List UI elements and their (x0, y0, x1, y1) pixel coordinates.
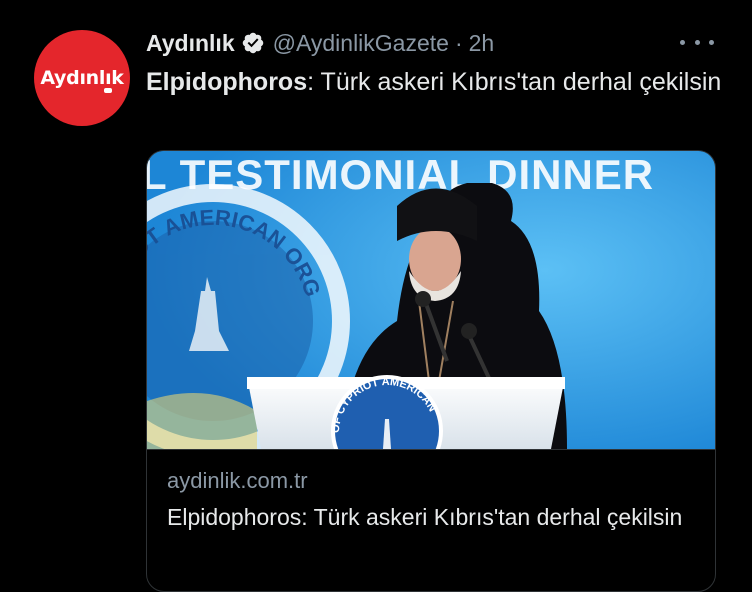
author-name[interactable]: Aydınlık (146, 30, 235, 57)
tweet-text-bold: Elpidophoros (146, 68, 308, 96)
more-dot (709, 39, 714, 45)
avatar-logo-text: Aydınlık (40, 67, 124, 89)
more-dot (680, 39, 685, 45)
author-handle[interactable]: @AydinlikGazete (273, 30, 449, 57)
card-image[interactable]: L TESTIMONIAL DINNER CYPRIOT AMERICAN OR… (147, 151, 715, 449)
tweet-header: Aydınlık @AydinlikGazete · 2h (146, 28, 494, 58)
avatar[interactable]: Aydınlık (34, 30, 130, 126)
podium: OF CYPRIOT AMERICAN (247, 375, 565, 449)
header-separator: · (454, 29, 463, 56)
more-options-icon[interactable] (680, 30, 714, 54)
tweet-text-rest: : Türk askeri Kıbrıs'tan derhal çekilsin (307, 68, 722, 96)
verified-badge-icon (241, 31, 265, 55)
tweet-timestamp[interactable]: 2h (469, 30, 495, 57)
card-photo-illustration: L TESTIMONIAL DINNER CYPRIOT AMERICAN OR… (147, 151, 715, 449)
card-meta[interactable]: aydinlik.com.tr Elpidophoros: Türk asker… (147, 449, 715, 530)
card-title: Elpidophoros: Türk askeri Kıbrıs'tan der… (167, 504, 683, 530)
tweet-text: Elpidophoros: Türk askeri Kıbrıs'tan der… (146, 66, 726, 98)
link-card[interactable]: L TESTIMONIAL DINNER CYPRIOT AMERICAN OR… (146, 150, 716, 592)
tweet[interactable]: Aydınlık Aydınlık @AydinlikGazete · 2h E… (0, 0, 752, 592)
card-domain: aydinlik.com.tr (167, 468, 308, 493)
more-dot (694, 39, 700, 45)
avatar-logo-mark (104, 88, 112, 93)
